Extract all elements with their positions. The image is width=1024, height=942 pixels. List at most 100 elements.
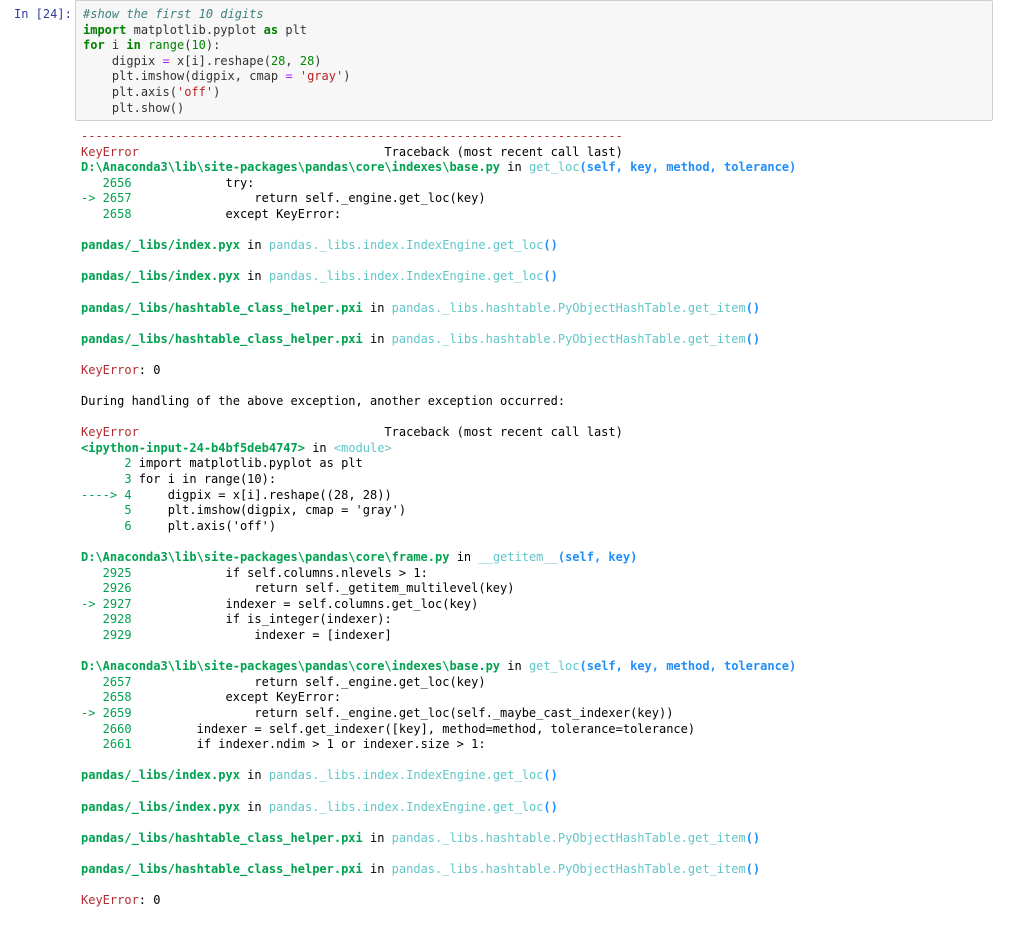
error-name: KeyError	[81, 362, 139, 377]
traceback-line: 2928 if is_integer(indexer):	[81, 612, 796, 628]
traceback-args: (self, key, method, tolerance)	[579, 659, 797, 674]
traceback-line: -> 2657 return self._engine.get_loc(key)	[81, 191, 796, 207]
traceback-line: 2660 indexer = self.get_indexer([key], m…	[81, 722, 796, 738]
source-code: import matplotlib.pyplot as plt	[131, 456, 363, 471]
traceback-line: 3 for i in range(10):	[81, 472, 796, 488]
source-code: if is_integer(indexer):	[131, 612, 392, 627]
traceback-function: pandas._libs.index.IndexEngine.get_loc	[268, 238, 544, 253]
traceback-line	[81, 379, 796, 395]
line-number: 2661	[81, 737, 132, 752]
traceback-line: D:\Anaconda3\lib\site-packages\pandas\co…	[81, 550, 796, 566]
traceback-file: pandas/_libs/index.pyx	[81, 799, 240, 814]
text-token: .	[133, 100, 141, 115]
traceback-args: ()	[745, 861, 761, 876]
traceback-file: D:\Anaconda3\lib\site-packages\pandas\co…	[81, 550, 450, 565]
source-code: except KeyError:	[131, 206, 342, 221]
text-token: (	[169, 84, 177, 99]
traceback-function: <module>	[333, 440, 392, 455]
traceback-line: pandas/_libs/hashtable_class_helper.pxi …	[81, 862, 796, 878]
traceback-file: D:\Anaconda3\lib\site-packages\pandas\co…	[81, 160, 501, 175]
traceback-line: 2929 indexer = [indexer]	[81, 628, 796, 644]
line-number: 5	[81, 503, 132, 518]
traceback-file: D:\Anaconda3\lib\site-packages\pandas\co…	[81, 659, 501, 674]
traceback-function: pandas._libs.index.IndexEngine.get_loc	[268, 799, 544, 814]
text-token: range	[148, 38, 185, 53]
traceback-function: get_loc	[528, 659, 580, 674]
traceback-args: ()	[543, 768, 558, 783]
traceback-file: pandas/_libs/hashtable_class_helper.pxi	[81, 331, 363, 346]
traceback-line: 2657 return self._engine.get_loc(key)	[81, 675, 796, 691]
traceback-file: pandas/_libs/hashtable_class_helper.pxi	[81, 300, 363, 315]
traceback-line	[81, 410, 796, 426]
traceback-args: ()	[543, 269, 558, 284]
text-token: in	[126, 38, 141, 53]
text-token: (	[263, 53, 271, 68]
text-token: digpix	[111, 53, 156, 68]
line-number: -> 2657	[81, 191, 132, 206]
text-token: 'off'	[176, 84, 214, 99]
text-token: in	[239, 768, 269, 783]
traceback-line: 2656 try:	[81, 176, 796, 192]
text-token: in	[239, 238, 269, 253]
traceback-line	[81, 784, 796, 800]
traceback-function: get_loc	[528, 160, 580, 175]
text-token: reshape	[213, 53, 264, 68]
traceback-args: ()	[745, 331, 761, 346]
traceback-line: pandas/_libs/index.pyx in pandas._libs.i…	[81, 800, 796, 816]
traceback-function: __getitem__	[478, 550, 558, 565]
traceback-line: KeyError Traceback (most recent call las…	[81, 145, 796, 161]
text-token: pyplot	[213, 22, 257, 37]
text-token: 'gray'	[299, 69, 344, 84]
text-token: Traceback (most recent call last)	[138, 425, 623, 440]
code-editor[interactable]: #show the first 10 digits import matplotl…	[83, 7, 350, 116]
traceback-line: pandas/_libs/hashtable_class_helper.pxi …	[81, 301, 796, 317]
text-token: =	[162, 53, 170, 68]
traceback-line: 2658 except KeyError:	[81, 207, 796, 223]
text-token: =	[285, 69, 293, 84]
traceback-line	[81, 815, 796, 831]
text-token: in	[500, 160, 529, 175]
error-name: KeyError	[81, 893, 139, 908]
text-token: matplotlib	[133, 22, 206, 37]
traceback-file: pandas/_libs/hashtable_class_helper.pxi	[81, 830, 363, 845]
code-comment: #show the first 10 digits	[83, 7, 264, 21]
line-number: 2929	[81, 628, 132, 642]
text-token: .	[205, 22, 214, 37]
source-code: plt.axis('off')	[131, 518, 277, 533]
text-token: ].	[198, 53, 214, 68]
text-token: in	[500, 659, 529, 674]
code-input-area[interactable]: #show the first 10 digits import matplotl…	[75, 0, 993, 121]
text-token: plt	[111, 84, 134, 99]
source-code: plt.imshow(digpix, cmap = 'gray')	[131, 503, 407, 518]
text-token: ):	[205, 38, 221, 53]
line-number: 2926	[81, 581, 132, 596]
source-code: if self.columns.nlevels > 1:	[131, 565, 428, 580]
line-number: -> 2659	[81, 705, 132, 720]
text-token: 10	[191, 38, 206, 53]
text-token: )	[343, 69, 351, 84]
traceback-line	[81, 316, 796, 332]
text-token: During handling of the above exception, …	[81, 394, 566, 409]
code-line: plt.axis('off')	[83, 85, 350, 101]
traceback-args: ()	[745, 830, 761, 845]
line-number: ----> 4	[81, 487, 132, 502]
text-token: ,	[285, 53, 300, 68]
source-code: except KeyError:	[131, 690, 342, 705]
input-prompt: In [24]:	[14, 7, 72, 21]
source-code: if indexer.ndim > 1 or indexer.size > 1:	[131, 737, 486, 752]
traceback-file: <ipython-input-24-b4bf5deb4747>	[81, 440, 305, 455]
traceback-line: 6 plt.axis('off')	[81, 519, 796, 535]
source-code: digpix = x[i].reshape((28, 28))	[131, 487, 392, 502]
traceback-args: (self, key)	[557, 550, 638, 565]
text-token: ,	[234, 69, 250, 84]
text-token: ()	[169, 100, 185, 115]
traceback-args: ()	[543, 799, 558, 814]
text-token: plt	[111, 100, 134, 115]
traceback-line: ----> 4 digpix = x[i].reshape((28, 28))	[81, 488, 796, 504]
text-token: in	[239, 269, 269, 284]
